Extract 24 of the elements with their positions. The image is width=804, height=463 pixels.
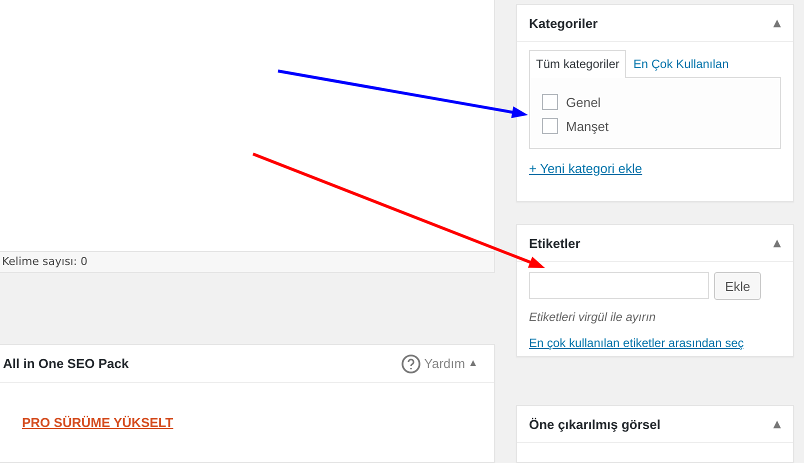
category-tab[interactable]: Tüm kategoriler bbox=[529, 50, 626, 78]
checkbox[interactable] bbox=[542, 94, 558, 110]
collapse-toggle[interactable]: ▲ bbox=[773, 238, 781, 248]
category-label: Genel bbox=[566, 94, 601, 110]
help-link[interactable]: Yardım bbox=[424, 356, 466, 371]
collapse-toggle[interactable]: ▲ bbox=[773, 418, 781, 430]
upgrade-link[interactable]: PRO SÜRÜME YÜKSELT bbox=[22, 415, 174, 430]
panel-title: Etiketler bbox=[529, 236, 580, 250]
category-label: Manşet bbox=[566, 118, 609, 134]
add-category-link[interactable]: + Yeni kategori ekle bbox=[529, 161, 642, 176]
category-tab[interactable]: En Çok Kullanılan bbox=[626, 50, 736, 77]
collapse-toggle[interactable]: ▲ bbox=[468, 358, 478, 369]
hint-text: Etiketleri virgül ile ayırın bbox=[529, 310, 657, 324]
editor-area[interactable] bbox=[0, 0, 495, 251]
checkbox[interactable] bbox=[542, 118, 558, 134]
choose-tags-link[interactable]: En çok kullanılan etiketler arasından seç bbox=[529, 336, 744, 350]
panel-title: Öne çıkarılmış görsel bbox=[529, 416, 661, 432]
word-count: Kelime sayısı: 0 bbox=[2, 255, 88, 268]
add-tag-button[interactable]: Ekle bbox=[714, 272, 762, 300]
panel-title: All in One SEO Pack bbox=[3, 356, 129, 371]
tag-input[interactable] bbox=[529, 272, 709, 299]
collapse-toggle[interactable]: ▲ bbox=[773, 18, 781, 28]
help-icon[interactable] bbox=[401, 354, 422, 374]
panel-title: Kategoriler bbox=[529, 16, 598, 30]
